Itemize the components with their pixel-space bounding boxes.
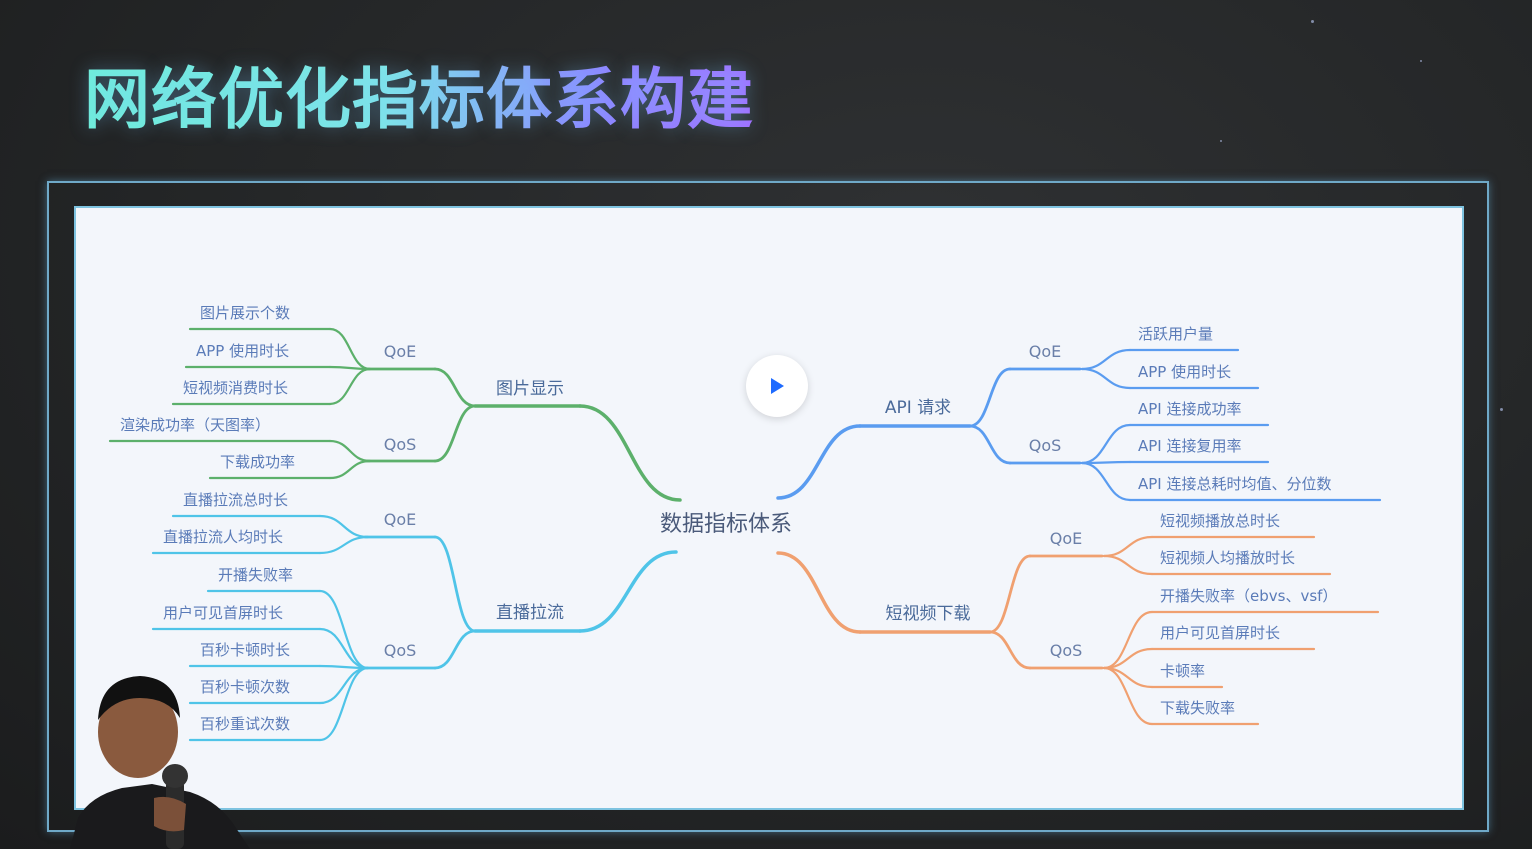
leaf-label: 下载失败率 <box>1160 699 1235 717</box>
branch-connector <box>776 424 862 500</box>
group-connector <box>968 367 1012 428</box>
group-label: QoS <box>384 435 417 454</box>
presenter-photo <box>70 676 250 849</box>
leaf-label: APP 使用时长 <box>1138 363 1231 381</box>
leaf-connector <box>1102 554 1154 576</box>
leaf-label: 下载成功率 <box>220 453 295 471</box>
leaf-label: 渲染成功率（天图率） <box>120 416 270 434</box>
play-icon <box>771 378 784 394</box>
leaf-connector <box>1080 367 1132 390</box>
leaf-label: 图片展示个数 <box>200 304 290 322</box>
group-label: QoS <box>1029 436 1062 455</box>
play-button[interactable] <box>746 355 808 417</box>
branch-label: 图片显示 <box>496 379 564 399</box>
leaf-label: API 连接复用率 <box>1138 437 1242 455</box>
leaf-label: 开播失败率 <box>218 566 293 584</box>
leaf-connector <box>318 514 370 539</box>
branch-connector <box>776 551 862 634</box>
leaf-connector <box>328 439 372 463</box>
leaf-label: 用户可见首屏时长 <box>1160 624 1280 642</box>
leaf-connector <box>328 327 372 371</box>
group-label: QoE <box>384 342 417 361</box>
leaf-connector <box>318 627 370 670</box>
leaf-label: 百秒卡顿时长 <box>200 641 290 659</box>
branch-label: 短视频下载 <box>886 604 971 624</box>
leaf-connector <box>1102 535 1154 558</box>
leaf-label: 用户可见首屏时长 <box>163 604 283 622</box>
group-label: QoE <box>1029 342 1062 361</box>
leaf-connector <box>1080 348 1132 371</box>
group-label: QoE <box>1050 529 1083 548</box>
mindmap-center-node: 数据指标体系 <box>660 512 792 537</box>
leaf-label: 卡顿率 <box>1160 662 1205 680</box>
branch-label: API 请求 <box>885 398 951 418</box>
leaf-connector <box>1080 460 1132 465</box>
group-label: QoE <box>384 510 417 529</box>
leaf-label: APP 使用时长 <box>196 342 289 360</box>
leaf-connector <box>318 666 370 705</box>
branch-connector <box>578 404 682 502</box>
leaf-connector <box>318 666 370 742</box>
group-connector <box>433 535 477 633</box>
leaf-label: 直播拉流人均时长 <box>163 528 283 546</box>
leaf-label: 活跃用户量 <box>1138 325 1213 343</box>
group-label: QoS <box>1050 641 1083 660</box>
leaf-connector <box>1080 423 1132 465</box>
leaf-label: 开播失败率（ebvs、vsf） <box>1160 587 1337 605</box>
leaf-label: 直播拉流总时长 <box>183 491 288 509</box>
leaf-connector <box>318 535 370 555</box>
leaf-label: 短视频人均播放时长 <box>1160 549 1295 567</box>
group-connector <box>988 554 1032 634</box>
leaf-connector <box>328 367 372 406</box>
leaf-connector <box>328 459 372 480</box>
leaf-connector <box>1080 461 1132 502</box>
leaf-label: API 连接成功率 <box>1138 400 1242 418</box>
group-connector <box>433 367 477 408</box>
group-connector <box>433 629 477 670</box>
leaf-label: 短视频播放总时长 <box>1160 512 1280 530</box>
group-connector <box>433 404 477 463</box>
leaf-label: API 连接总耗时均值、分位数 <box>1138 475 1332 493</box>
group-connector <box>988 630 1032 670</box>
branch-label: 直播拉流 <box>496 603 564 623</box>
leaf-label: 短视频消费时长 <box>183 379 288 397</box>
branch-connector <box>578 550 678 633</box>
group-connector <box>968 424 1012 465</box>
group-label: QoS <box>384 641 417 660</box>
